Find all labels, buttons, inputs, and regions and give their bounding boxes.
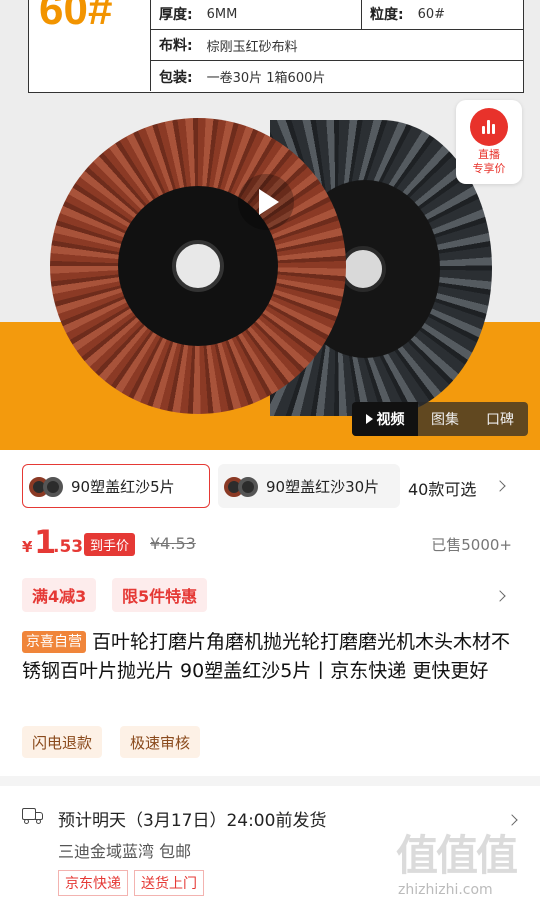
chevron-right-icon[interactable] (494, 480, 506, 492)
grit-big-text: 60# (39, 0, 113, 34)
product-gallery[interactable]: 60# 厚度: 6MM 粒度: 60# 布料: 棕刚玉红砂布料 包装: 一卷30… (0, 0, 540, 450)
delivery-eta: 预计明天（3月17日）24:00前发货 (58, 811, 327, 831)
spec-thickness-value: 6MM (206, 6, 238, 22)
currency-symbol: ¥ (22, 538, 33, 556)
play-video-button[interactable] (238, 174, 294, 230)
promo-tag-limited: 限5件特惠 (112, 578, 208, 612)
delivery-tag-door: 送货上门 (134, 870, 204, 896)
variant-thumbnail (222, 471, 258, 501)
service-tags: 闪电退款 极速审核 (0, 724, 540, 764)
live-exclusive-price-button[interactable]: 直播 专享价 (456, 100, 522, 184)
section-divider (0, 776, 540, 786)
flap-disc-red-image (50, 118, 346, 414)
spec-cloth-value: 棕刚玉红砂布料 (206, 39, 298, 55)
hand-price-badge: 到手价 (84, 533, 136, 556)
spec-pack-label: 包装: (159, 69, 193, 86)
tab-gallery[interactable]: 图集 (418, 402, 472, 436)
spec-grit-cell: 粒度: 60# (361, 0, 445, 29)
spec-grit-panel: 60# (29, 0, 151, 91)
variant-option-selected[interactable]: 90塑盖红沙5片 (22, 464, 210, 508)
delivery-tag-jd: 京东快递 (58, 870, 128, 896)
disc-red-hole (172, 240, 224, 292)
sold-count: 已售5000+ (431, 536, 512, 554)
variant-label: 90塑盖红沙30片 (266, 477, 380, 496)
promotion-row[interactable]: 满4减3 限5件特惠 (0, 576, 540, 616)
service-tag-refund: 闪电退款 (22, 726, 103, 758)
play-icon (365, 414, 373, 424)
variant-thumbnail (27, 471, 63, 501)
tab-video-label: 视频 (376, 412, 405, 428)
spec-row-cloth: 布料: 棕刚玉红砂布料 (151, 30, 523, 61)
original-price: ¥4.53 (150, 534, 196, 553)
variant-option[interactable]: 90塑盖红沙30片 (218, 464, 400, 508)
price-decimal: .53 (53, 537, 84, 557)
product-title: 京喜自营 百叶轮打磨片角磨机抛光轮打磨磨光机木头木材不锈钢百叶片抛光片 90塑盖红… (22, 628, 520, 686)
service-tag-review: 极速审核 (120, 726, 201, 758)
media-tab-bar: 视频 图集 口碑 (352, 402, 528, 436)
live-label-line1: 直播 (478, 148, 500, 161)
watermark-site: zhizhizhi.com (398, 882, 493, 898)
variant-label: 90塑盖红沙5片 (71, 477, 175, 496)
spec-cloth-label: 布料: (159, 38, 193, 54)
delivery-address: 三迪金域蓝湾 包邮 (58, 842, 192, 861)
variant-selector: 90塑盖红沙5片 90塑盖红沙30片 40款可选 (0, 450, 540, 522)
spec-table: 60# 厚度: 6MM 粒度: 60# 布料: 棕刚玉红砂布料 包装: 一卷30… (28, 0, 524, 93)
disc-dark-hole (340, 246, 386, 292)
chevron-right-icon[interactable] (494, 590, 506, 602)
tab-video[interactable]: 视频 (352, 402, 418, 436)
site-watermark: 值值值 zhizhizhi.com (396, 822, 536, 902)
watermark-logo: 值值值 (396, 831, 518, 880)
spec-row-pack: 包装: 一卷30片 1箱600片 (151, 61, 523, 92)
tab-reviews[interactable]: 口碑 (472, 402, 528, 436)
spec-thickness-label: 厚度: (159, 7, 193, 23)
price-row: ¥ 1 .53 到手价 ¥4.53 已售5000+ (0, 522, 540, 570)
spec-grit-label: 粒度: (370, 7, 404, 23)
truck-icon (22, 808, 44, 824)
self-operated-badge: 京喜自营 (22, 631, 86, 653)
promo-tag-discount: 满4减3 (22, 578, 97, 612)
live-label-line2: 专享价 (472, 162, 506, 175)
live-icon (470, 108, 508, 146)
spec-pack-value: 一卷30片 1箱600片 (206, 71, 326, 86)
spec-row-thickness: 厚度: 6MM 粒度: 60# (151, 0, 523, 30)
variant-count-link[interactable]: 40款可选 (408, 476, 476, 500)
spec-grit-value: 60# (417, 6, 446, 22)
product-title-text: 百叶轮打磨片角磨机抛光轮打磨磨光机木头木材不锈钢百叶片抛光片 90塑盖红沙5片丨… (22, 631, 511, 682)
live-bars-icon (482, 120, 496, 134)
